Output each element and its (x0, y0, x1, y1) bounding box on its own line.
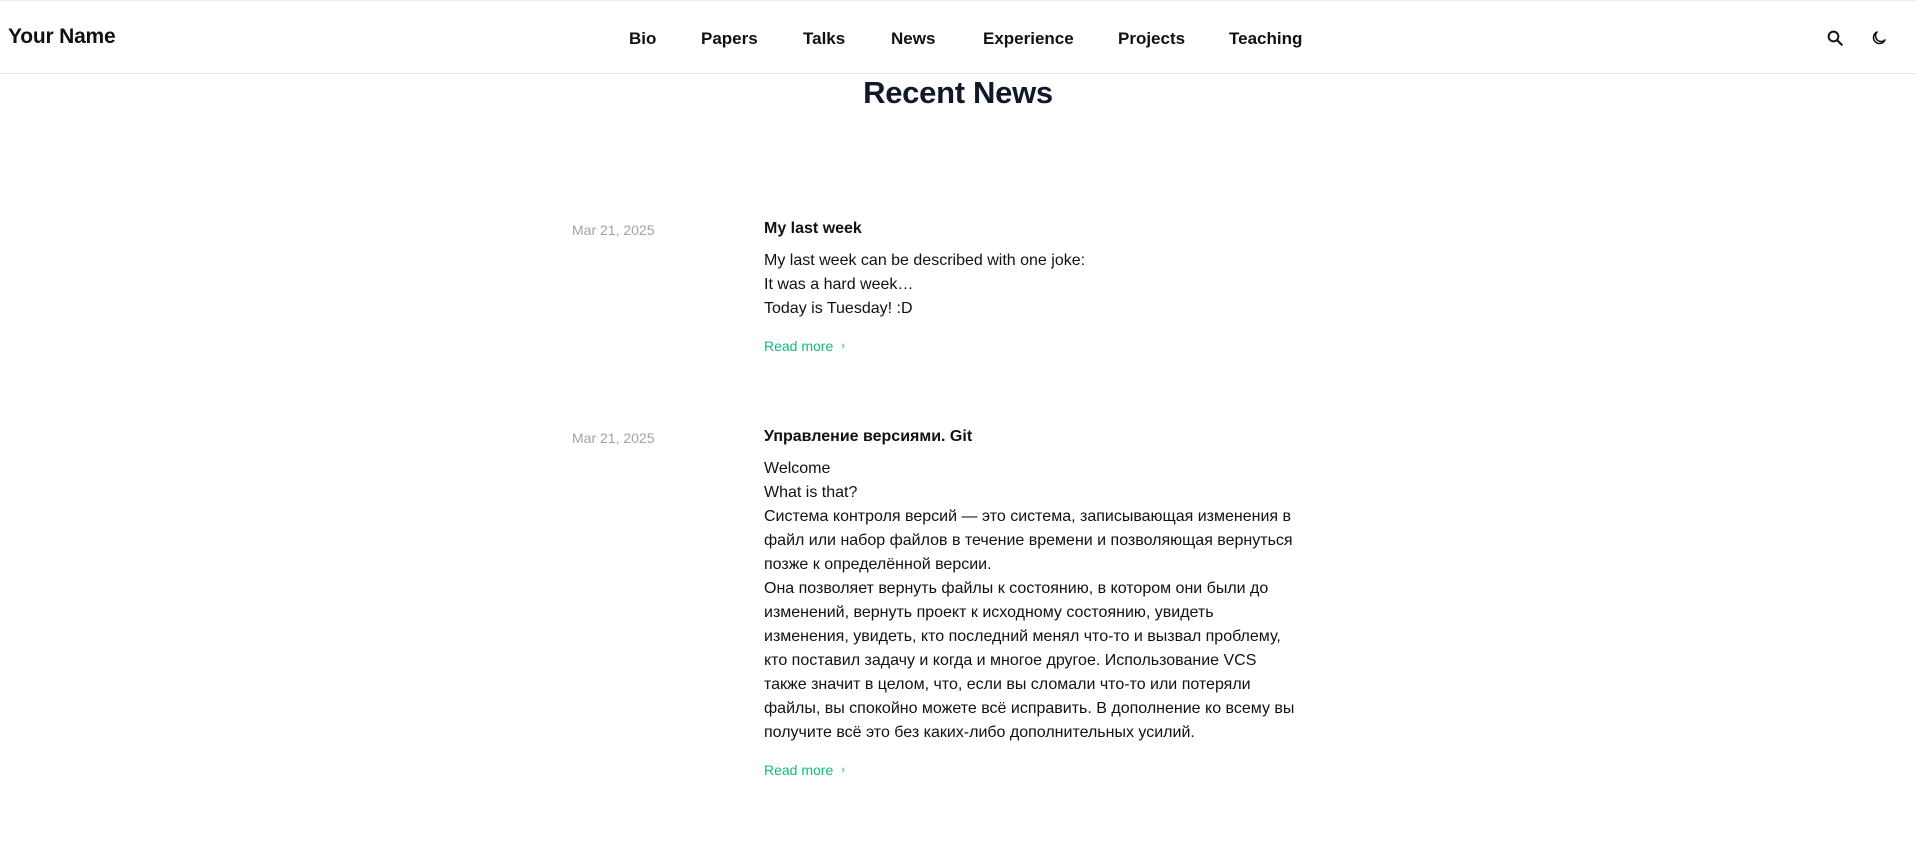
post-line: позже к определённой версии. (764, 556, 992, 573)
post-date: Mar 21, 2025 (572, 430, 655, 446)
post-line: также значит в целом, что, если вы слома… (764, 676, 1251, 693)
nav-link-news[interactable]: News (891, 28, 935, 50)
post-body: Управление версиями. Git Welcome What is… (764, 427, 1334, 780)
site-header: Your Name Bio Papers Talks News Experien… (0, 0, 1916, 74)
chevron-right-icon: › (841, 339, 845, 352)
theme-toggle-button[interactable] (1868, 27, 1890, 49)
post-line: изменений, вернуть проект к исходному со… (764, 604, 1214, 621)
chevron-right-icon: › (841, 763, 845, 776)
nav-link-projects[interactable]: Projects (1118, 28, 1185, 50)
read-more-link[interactable]: Read more › (764, 762, 845, 778)
read-more-label: Read more (764, 762, 834, 778)
page-title: Recent News (863, 75, 1053, 110)
post-line: My last week can be described with one j… (764, 252, 1086, 269)
page: Your Name Bio Papers Talks News Experien… (0, 0, 1916, 850)
post-line: Today is Tuesday! :D (764, 300, 913, 317)
search-icon (1827, 30, 1843, 46)
post-line: кто поставил задачу и когда и многое дру… (764, 652, 1257, 669)
moon-icon (1872, 31, 1886, 45)
post-content: My last week can be described with one j… (764, 249, 1334, 321)
read-more-label: Read more (764, 338, 834, 354)
post-body: My last week My last week can be describ… (764, 219, 1334, 356)
post-title[interactable]: My last week (764, 219, 1334, 239)
main-nav: Bio Papers Talks News Experience Project… (0, 28, 1916, 52)
post-line: What is that? (764, 484, 858, 501)
post-title[interactable]: Управление версиями. Git (764, 427, 1334, 447)
post-line: Welcome (764, 460, 831, 477)
post-date: Mar 21, 2025 (572, 222, 655, 238)
post-line: файлы, вы спокойно можете всё исправить.… (764, 700, 1295, 717)
post-line: Она позволяет вернуть файлы к состоянию,… (764, 580, 1269, 597)
read-more-link[interactable]: Read more › (764, 338, 845, 354)
post-line: получите всё это без каких-либо дополнит… (764, 724, 1195, 741)
search-button[interactable] (1824, 27, 1846, 49)
post-line: изменения, увидеть, кто последний менял … (764, 628, 1281, 645)
post-content: Welcome What is that? Система контроля в… (764, 457, 1334, 745)
nav-link-talks[interactable]: Talks (803, 28, 845, 50)
nav-link-teaching[interactable]: Teaching (1229, 28, 1302, 50)
post-line: Система контроля версий — это система, з… (764, 508, 1291, 525)
nav-link-bio[interactable]: Bio (629, 28, 656, 50)
post-line: файл или набор файлов в течение времени … (764, 532, 1293, 549)
nav-link-papers[interactable]: Papers (701, 28, 758, 50)
post-line: It was a hard week… (764, 276, 914, 293)
nav-link-experience[interactable]: Experience (983, 28, 1074, 50)
